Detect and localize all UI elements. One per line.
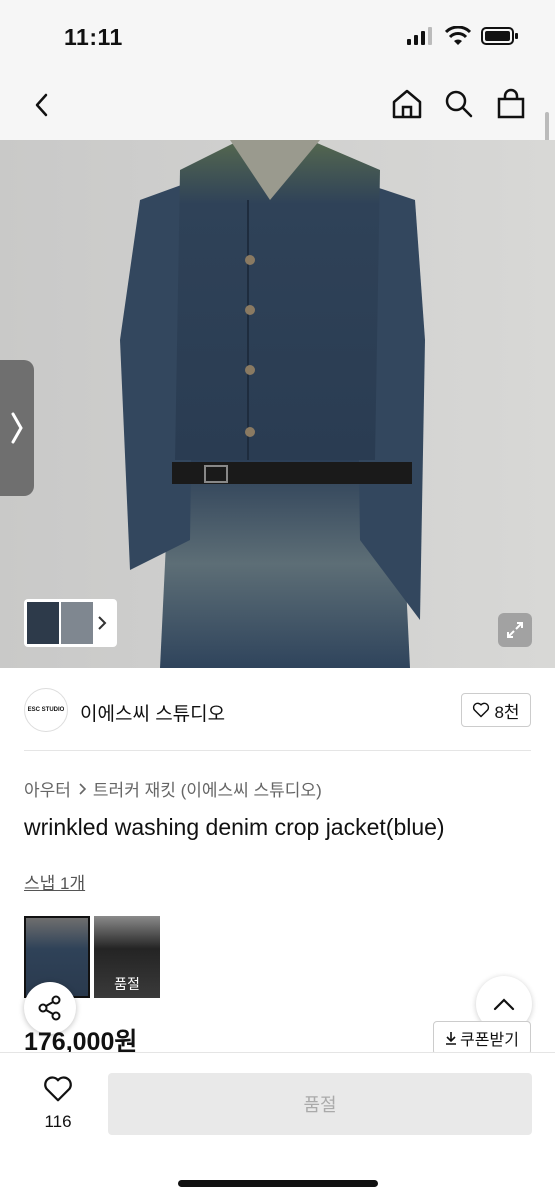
wish-button[interactable]: 116 <box>36 1075 80 1132</box>
battery-icon <box>481 27 518 45</box>
store-name[interactable]: 이에스씨 스튜디오 <box>80 699 225 726</box>
chevron-up-icon <box>493 998 515 1011</box>
nav-actions <box>391 88 527 120</box>
divider <box>24 750 531 751</box>
signal-icon <box>407 27 432 45</box>
expand-icon <box>507 622 523 638</box>
prev-image-tab[interactable] <box>0 360 34 496</box>
color-option-black[interactable]: 품절 <box>94 916 160 998</box>
wish-count: 116 <box>44 1112 72 1131</box>
heart-icon <box>44 1076 72 1102</box>
status-bar: 11:11 <box>0 0 555 70</box>
bottom-bar: 116 품절 <box>0 1052 555 1200</box>
store-like-count: 8천 <box>494 702 520 722</box>
product-photo <box>0 140 555 668</box>
thumbnail-2[interactable] <box>61 602 93 644</box>
image-thumbnail-strip[interactable] <box>24 599 117 647</box>
home-icon <box>392 89 422 119</box>
heart-icon <box>473 702 490 718</box>
bag-icon <box>497 88 525 119</box>
breadcrumb-subcategory[interactable]: 트러커 재킷 (이에스씨 스튜디오) <box>93 776 322 801</box>
share-icon <box>38 995 61 1021</box>
search-icon <box>445 90 473 118</box>
cart-button[interactable] <box>495 88 527 120</box>
store-like-button[interactable]: 8천 <box>461 693 531 727</box>
store-row[interactable]: ESC STUDIO 이에스씨 스튜디오 8천 <box>0 680 555 740</box>
nav-bar <box>0 70 555 140</box>
soldout-label: 품절 <box>114 976 140 992</box>
chevron-right-icon <box>98 616 107 630</box>
wifi-icon <box>445 26 471 45</box>
status-icons <box>407 26 519 46</box>
store-logo[interactable]: ESC STUDIO <box>24 688 68 732</box>
buy-button[interactable]: 품절 <box>108 1073 532 1135</box>
chevron-right-icon <box>79 782 87 795</box>
product-title: wrinkled washing denim crop jacket(blue) <box>24 814 445 840</box>
home-indicator <box>178 1180 378 1187</box>
coupon-button[interactable]: 쿠폰받기 <box>433 1021 531 1055</box>
home-button[interactable] <box>391 88 423 120</box>
thumbnail-1[interactable] <box>27 602 59 644</box>
product-image[interactable] <box>0 140 555 668</box>
download-icon <box>446 1032 457 1045</box>
snap-link[interactable]: 스냅 1개 <box>24 869 85 894</box>
search-button[interactable] <box>443 88 475 120</box>
coupon-label: 쿠폰받기 <box>460 1032 519 1049</box>
back-icon[interactable] <box>28 90 58 120</box>
chevron-right-icon <box>11 412 23 444</box>
breadcrumb: 아우터 트러커 재킷 (이에스씨 스튜디오) <box>24 776 322 801</box>
expand-image-button[interactable] <box>498 613 532 647</box>
breadcrumb-category[interactable]: 아우터 <box>24 776 71 801</box>
status-time: 11:11 <box>64 24 123 50</box>
